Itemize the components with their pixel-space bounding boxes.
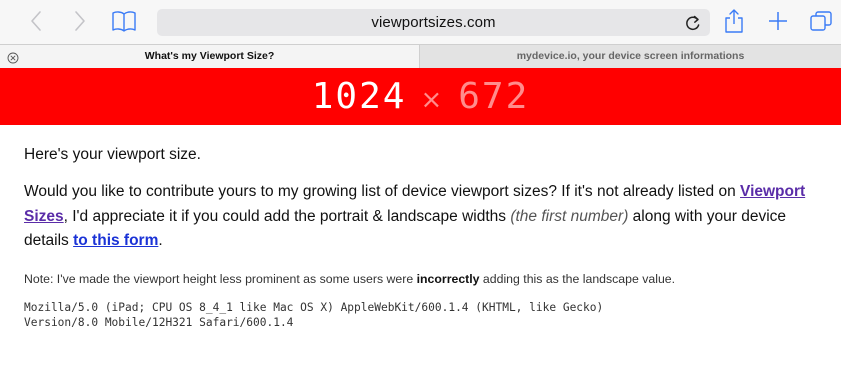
times-separator: × [420, 85, 445, 115]
note-strong: incorrectly [416, 271, 480, 286]
tabs-overview-icon[interactable] [808, 8, 834, 34]
page-content: Here's your viewport size. Would you lik… [24, 125, 824, 330]
note-paragraph: Note: I've made the viewport height less… [24, 271, 824, 287]
forward-icon[interactable] [68, 8, 92, 34]
form-link[interactable]: to this form [73, 232, 158, 249]
tab-inactive[interactable]: mydevice.io, your device screen informat… [420, 45, 841, 68]
browser-window: viewportsizes.com What's my Viewport Siz… [0, 0, 841, 367]
user-agent-line-2: Version/8.0 Mobile/12H321 Safari/600.1.4 [24, 315, 294, 329]
note-text-2: adding this as the landscape value. [479, 271, 676, 286]
tab-active[interactable]: What's my Viewport Size? [0, 45, 420, 68]
contribute-text-1: Would you like to contribute yours to my… [24, 183, 741, 200]
address-text: viewportsizes.com [371, 14, 496, 31]
back-icon[interactable] [24, 8, 48, 34]
contribute-paragraph: Would you like to contribute yours to my… [24, 180, 824, 254]
close-tab-icon[interactable] [7, 50, 19, 64]
bookmarks-icon[interactable] [110, 8, 138, 34]
contribute-text-4: . [158, 232, 163, 249]
tab-bar: What's my Viewport Size? mydevice.io, yo… [0, 44, 841, 68]
reload-icon[interactable] [684, 13, 702, 32]
tab-label: What's my Viewport Size? [144, 50, 275, 62]
user-agent-line-1: Mozilla/5.0 (iPad; CPU OS 8_4_1 like Mac… [24, 300, 604, 314]
viewport-height: 672 [458, 76, 530, 117]
share-icon[interactable] [722, 8, 746, 34]
viewport-size-banner: 1024 × 672 [0, 68, 841, 125]
note-text-1: Note: I've made the viewport height less… [24, 271, 417, 286]
intro-text: Here's your viewport size. [24, 146, 201, 163]
browser-toolbar: viewportsizes.com [0, 0, 841, 44]
viewport-width: 1024 [311, 76, 407, 117]
user-agent-string: Mozilla/5.0 (iPad; CPU OS 8_4_1 like Mac… [24, 300, 824, 330]
address-bar[interactable]: viewportsizes.com [157, 9, 710, 36]
contribute-emphasis: (the first number) [510, 207, 629, 225]
new-tab-plus-icon[interactable] [765, 8, 791, 34]
tab-label: mydevice.io, your device screen informat… [516, 50, 745, 62]
contribute-text-2: , I'd appreciate it if you could add the… [63, 207, 511, 225]
